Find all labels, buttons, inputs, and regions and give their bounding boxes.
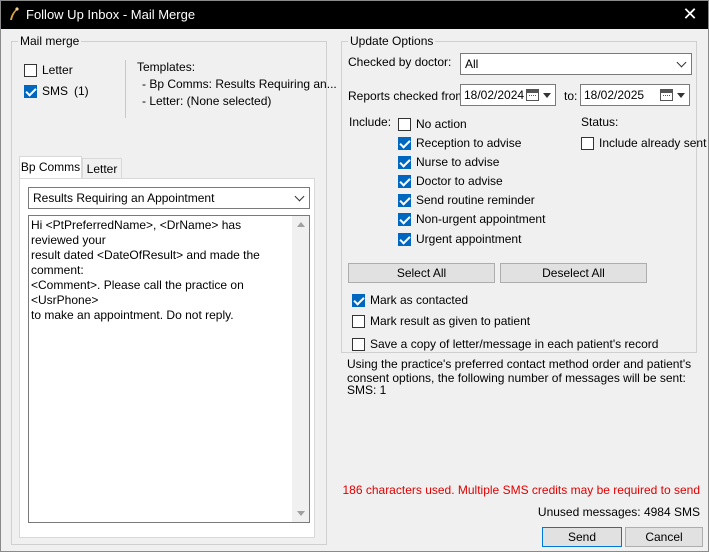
cancel-button[interactable]: Cancel — [625, 527, 703, 547]
update-options-legend: Update Options — [348, 34, 436, 48]
tab-bp-comms[interactable]: Bp Comms — [19, 156, 82, 178]
template-select[interactable]: Results Requiring an Appointment — [28, 187, 310, 209]
mail-merge-window: Follow Up Inbox - Mail Merge ✕ Mail merg… — [0, 0, 709, 552]
checked-by-label: Checked by doctor: — [348, 55, 452, 69]
app-logo-icon — [10, 7, 19, 20]
checked-by-value: All — [465, 57, 479, 71]
window-title: Follow Up Inbox - Mail Merge — [26, 7, 196, 22]
save-copy-label: Save a copy of letter/message in each pa… — [370, 337, 659, 351]
update-options-group: Update Options Checked by doctor: All Re… — [341, 34, 706, 353]
letter-checkbox[interactable] — [24, 63, 37, 77]
status-label: Status: — [581, 115, 619, 129]
include-item-label: Doctor to advise — [416, 174, 503, 188]
chevron-down-icon — [676, 57, 687, 68]
include-item-label: Send routine reminder — [416, 193, 535, 207]
mark-contacted-label: Mark as contacted — [370, 293, 469, 307]
template-line-letter: - Letter: (None selected) — [142, 94, 272, 108]
mail-merge-legend: Mail merge — [18, 34, 82, 48]
save-copy-row[interactable]: Save a copy of letter/message in each pa… — [352, 336, 658, 352]
reports-from-label: Reports checked from: — [348, 89, 469, 103]
templates-title: Templates: — [137, 60, 196, 74]
mark-contacted-checkbox[interactable] — [352, 293, 365, 307]
message-body: Hi <PtPreferredName>, <DrName> has revie… — [31, 218, 260, 322]
dropdown-arrow-icon[interactable] — [543, 93, 551, 98]
save-copy-checkbox[interactable] — [352, 337, 365, 351]
mark-given-row[interactable]: Mark result as given to patient — [352, 313, 530, 329]
include-label: Include: — [349, 115, 392, 129]
deselect-all-button[interactable]: Deselect All — [500, 263, 647, 283]
sms-checkbox-label: SMS — [42, 84, 69, 98]
include-item-label: Reception to advise — [416, 136, 522, 150]
include-item[interactable]: Urgent appointment — [398, 231, 521, 247]
include-item[interactable]: Doctor to advise — [398, 173, 503, 189]
info-sms-count: SMS: 1 — [347, 383, 387, 397]
chevron-down-icon — [294, 191, 305, 202]
close-button[interactable]: ✕ — [672, 1, 708, 29]
mark-given-label: Mark result as given to patient — [370, 314, 531, 328]
template-select-value: Results Requiring an Appointment — [33, 191, 215, 205]
date-from-value: 18/02/2024 — [464, 88, 525, 102]
message-scrollbar[interactable] — [292, 216, 309, 522]
send-button[interactable]: Send — [542, 527, 622, 547]
include-item[interactable]: No action — [398, 116, 467, 132]
character-count-warning: 186 characters used. Multiple SMS credit… — [342, 483, 700, 497]
include-item-checkbox[interactable] — [398, 117, 411, 131]
sms-checkbox-row[interactable]: SMS (1) — [24, 83, 89, 99]
template-line-sms: - Bp Comms: Results Requiring an... — [142, 77, 337, 91]
include-item-checkbox[interactable] — [398, 136, 411, 150]
include-item[interactable]: Send routine reminder — [398, 192, 535, 208]
info-line: consent options, the following number of… — [347, 371, 686, 385]
dropdown-arrow-icon[interactable] — [677, 93, 685, 98]
templates-divider — [125, 60, 126, 118]
to-label: to: — [564, 89, 578, 103]
letter-checkbox-label: Letter — [42, 63, 73, 77]
title-bar: Follow Up Inbox - Mail Merge ✕ — [1, 1, 708, 29]
include-item[interactable]: Nurse to advise — [398, 154, 499, 170]
include-item[interactable]: Non-urgent appointment — [398, 211, 545, 227]
date-to-picker[interactable]: 18/02/2025 — [580, 84, 690, 106]
include-item[interactable]: Reception to advise — [398, 135, 521, 151]
select-all-button[interactable]: Select All — [348, 263, 495, 283]
tab-panel-bp-comms: Results Requiring an Appointment Hi <PtP… — [19, 178, 315, 538]
unused-messages: Unused messages: 4984 SMS — [537, 505, 700, 519]
include-already-sent-row[interactable]: Include already sent — [581, 135, 706, 151]
tab-letter[interactable]: Letter — [82, 158, 122, 178]
mark-given-checkbox[interactable] — [352, 314, 365, 328]
include-item-checkbox[interactable] — [398, 232, 411, 246]
scroll-up-icon[interactable] — [297, 222, 305, 227]
date-to-value: 18/02/2025 — [584, 88, 645, 102]
checked-by-select[interactable]: All — [460, 53, 692, 75]
include-item-checkbox[interactable] — [398, 212, 411, 226]
include-item-label: No action — [416, 117, 467, 131]
include-item-label: Nurse to advise — [416, 155, 500, 169]
calendar-icon[interactable] — [526, 89, 539, 101]
include-already-sent-checkbox[interactable] — [581, 136, 594, 150]
include-item-checkbox[interactable] — [398, 155, 411, 169]
include-item-checkbox[interactable] — [398, 193, 411, 207]
include-item-label: Urgent appointment — [416, 232, 522, 246]
letter-checkbox-row[interactable]: Letter — [24, 62, 73, 78]
info-line: Using the practice's preferred contact m… — [347, 357, 692, 371]
calendar-icon[interactable] — [660, 89, 673, 101]
date-from-picker[interactable]: 18/02/2024 — [460, 84, 556, 106]
message-textarea[interactable]: Hi <PtPreferredName>, <DrName> has revie… — [28, 215, 310, 523]
sms-checkbox[interactable] — [24, 84, 37, 98]
include-already-sent-label: Include already sent — [599, 136, 707, 150]
scroll-down-icon[interactable] — [297, 511, 305, 516]
mail-merge-group: Mail merge Letter SMS (1) Templates: - B… — [11, 34, 337, 545]
sms-count: (1) — [74, 84, 89, 98]
include-item-label: Non-urgent appointment — [416, 212, 546, 226]
include-item-checkbox[interactable] — [398, 174, 411, 188]
mark-contacted-row[interactable]: Mark as contacted — [352, 292, 468, 308]
